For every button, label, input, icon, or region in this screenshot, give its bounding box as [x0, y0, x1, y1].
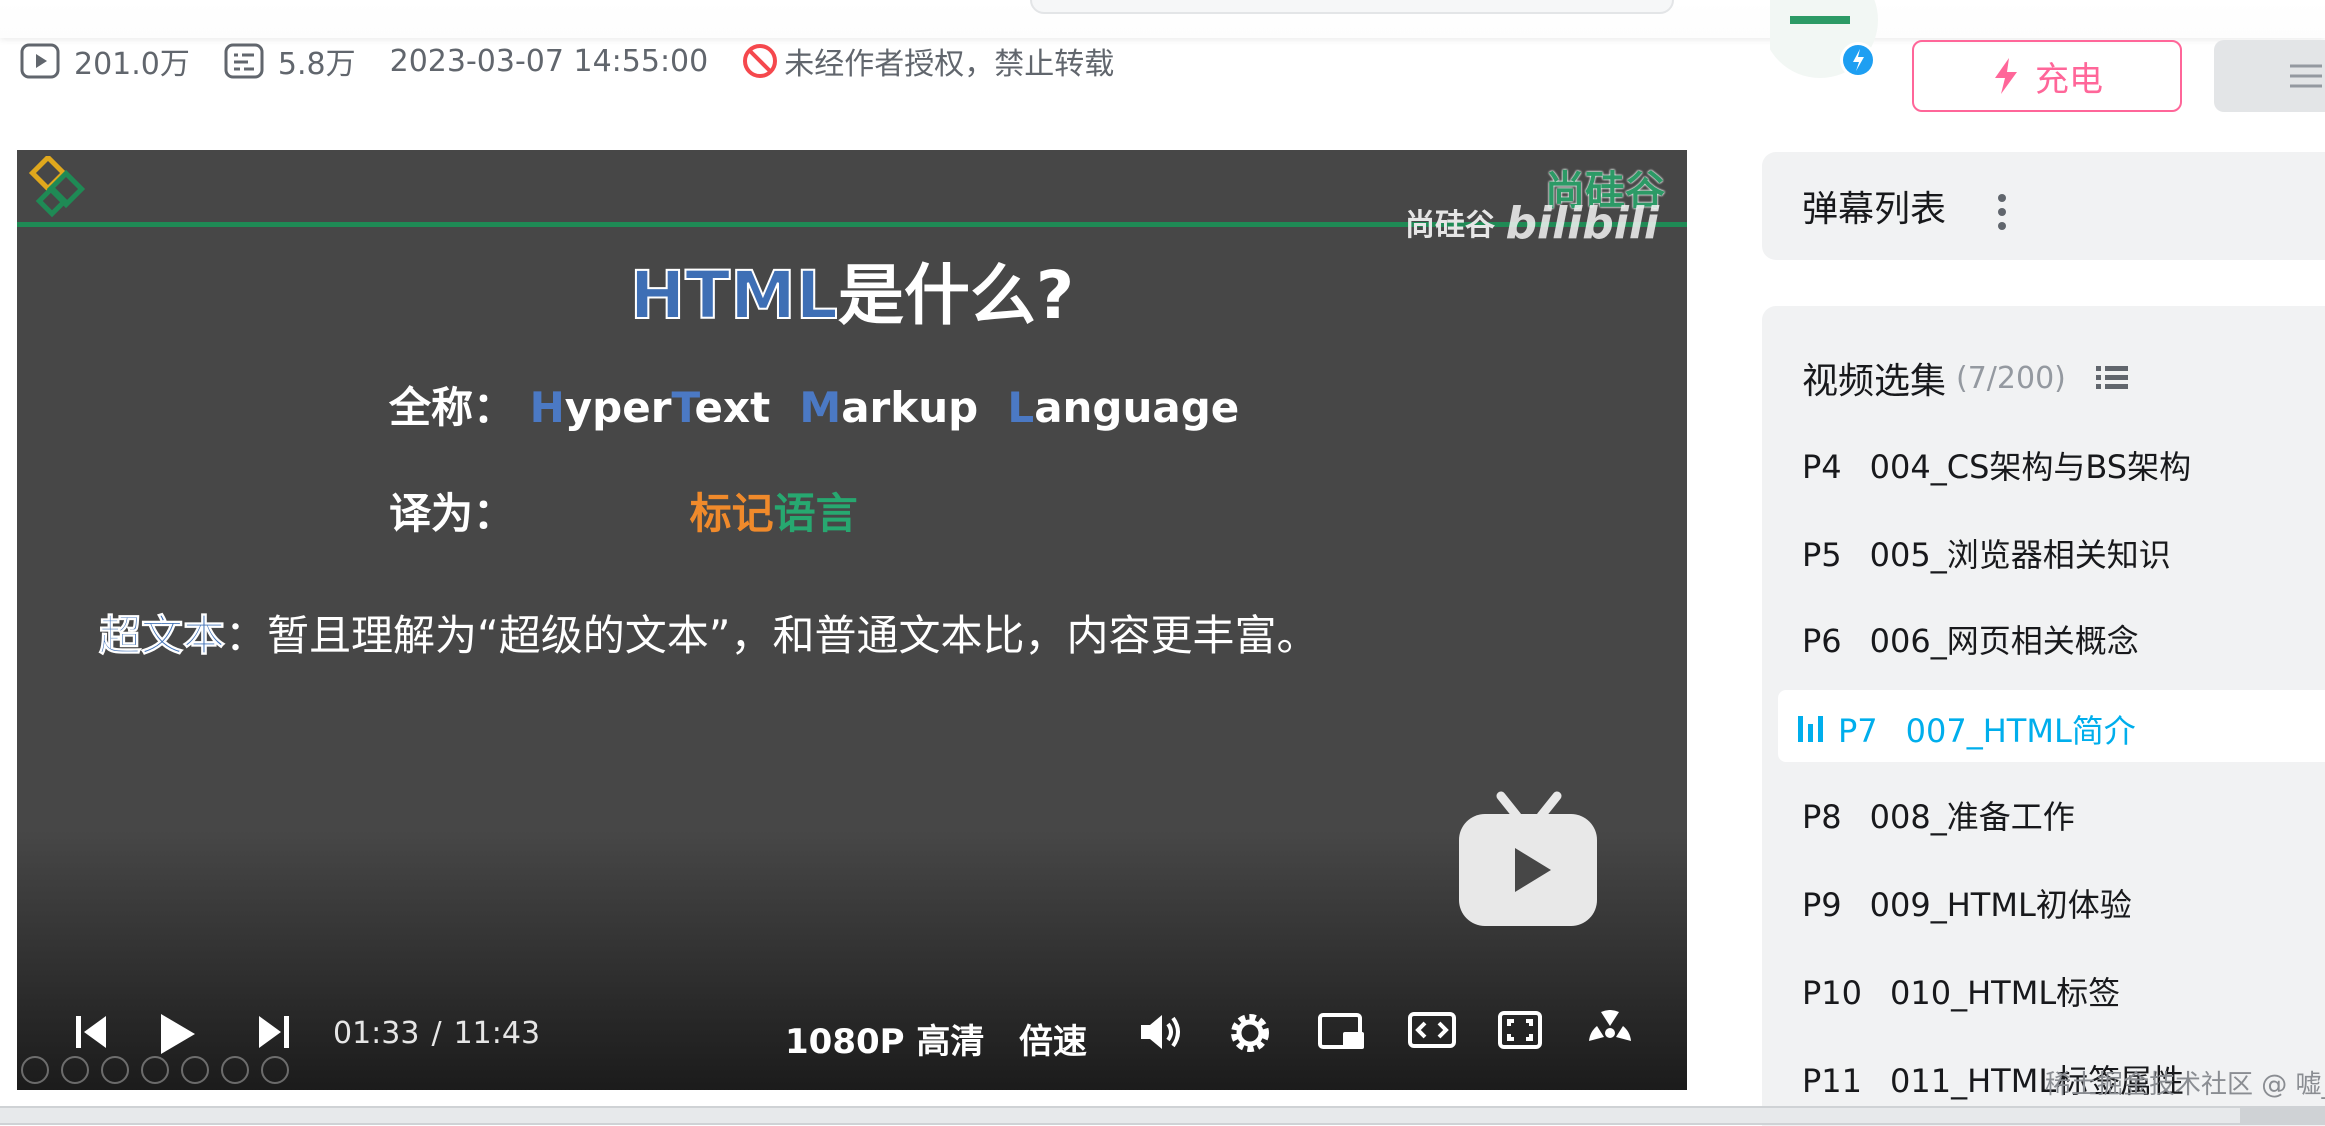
- time-display: 01:33 / 11:43: [333, 1016, 540, 1051]
- mini-tool-row: [21, 1056, 289, 1084]
- episode-item[interactable]: P6 006_网页相关概念: [1802, 616, 2139, 662]
- list-view-icon[interactable]: [2094, 363, 2130, 393]
- episode-title: 009_HTML初体验: [1869, 886, 2132, 924]
- episodes-header: 视频选集 (7/200): [1802, 352, 2130, 404]
- big-play-button-icon[interactable]: [1453, 790, 1603, 930]
- follow-button[interactable]: [2214, 40, 2325, 112]
- episode-title: 008_准备工作: [1869, 798, 2075, 836]
- slide-title-rest: 是什么?: [837, 257, 1075, 334]
- mini-tool-icon[interactable]: [261, 1056, 289, 1084]
- fullname-cap: H: [529, 383, 565, 432]
- video-player[interactable]: 尚硅谷 尚硅谷 bilibili HTML是什么? 全称： HyperText …: [17, 150, 1687, 1090]
- episode-title: 004_CS架构与BS架构: [1869, 448, 2192, 486]
- fullscreen-icon[interactable]: [1587, 1010, 1633, 1056]
- fullname-part: anguage: [1034, 383, 1240, 432]
- search-bar[interactable]: [1030, 0, 1674, 14]
- fullname-part: yper: [564, 383, 672, 432]
- episode-item[interactable]: P4 004_CS架构与BS架构: [1802, 442, 2191, 488]
- episode-title: 007_HTML简介: [1905, 712, 2136, 750]
- forbidden-icon: [743, 44, 778, 78]
- slide-translate: 译为： 标记语言: [389, 480, 858, 541]
- danmaku-list-panel[interactable]: 弹幕列表: [1762, 152, 2325, 260]
- episode-number: P10: [1802, 974, 1863, 1012]
- episode-title: 010_HTML标签: [1890, 974, 2121, 1012]
- fullname-part: arkup: [841, 383, 1008, 432]
- corner-logo-icon: [28, 156, 86, 218]
- play-icon[interactable]: [155, 1010, 199, 1058]
- episode-item[interactable]: P5 005_浏览器相关知识: [1802, 530, 2171, 576]
- episode-number: P8: [1802, 798, 1842, 836]
- translate-word-a: 标记: [689, 489, 774, 538]
- charge-label: 充电: [2035, 59, 2103, 100]
- volume-icon[interactable]: [1137, 1010, 1185, 1054]
- settings-gear-icon[interactable]: [1227, 1010, 1273, 1056]
- episode-item[interactable]: P10 010_HTML标签: [1802, 968, 2120, 1014]
- time-separator: /: [431, 1016, 442, 1051]
- player-controls: 01:33 / 11:43 1080P 高清 倍速: [17, 980, 1687, 1090]
- slide-fullname: 全称： HyperText Markup Language: [389, 374, 1239, 435]
- copyright-text: 未经作者授权，禁止转载: [784, 47, 1115, 82]
- copyright-notice: 未经作者授权，禁止转载: [742, 39, 1114, 83]
- charge-button[interactable]: 充电: [1912, 40, 2182, 112]
- views-count: 201.0万: [74, 47, 190, 82]
- next-icon[interactable]: [253, 1010, 293, 1054]
- publish-date: 2023-03-07 14:55:00: [389, 43, 709, 79]
- hypertext-term: 超文本: [98, 611, 226, 661]
- brand-watermark: 尚硅谷 尚硅谷 bilibili: [1405, 158, 1665, 249]
- episode-title: 006_网页相关概念: [1869, 622, 2139, 660]
- hypertext-desc: ：暂且理解为“超级的文本”，和普通文本比，内容更丰富。: [225, 611, 1319, 660]
- mini-tool-icon[interactable]: [61, 1056, 89, 1084]
- fullname-part: ext: [694, 383, 800, 432]
- views-stat: 201.0万: [20, 39, 190, 83]
- scrollbar-thumb[interactable]: [0, 1108, 2240, 1123]
- mini-window-icon[interactable]: [1317, 1010, 1367, 1054]
- uploader-avatar[interactable]: [1770, 0, 1880, 80]
- time-total: 11:43: [453, 1016, 541, 1051]
- episode-number: P11: [1802, 1062, 1863, 1100]
- now-playing-icon: [1798, 716, 1823, 742]
- episode-item[interactable]: P8 008_准备工作: [1802, 792, 2075, 838]
- episode-number: P6: [1802, 622, 1842, 660]
- time-current: 01:33: [333, 1016, 420, 1051]
- slide-title: HTML是什么?: [17, 242, 1687, 338]
- mini-tool-icon[interactable]: [21, 1056, 49, 1084]
- fullname-cap: M: [799, 383, 842, 432]
- episodes-count: (7/200): [1956, 360, 2066, 396]
- episode-number: P4: [1802, 448, 1842, 486]
- episodes-title: 视频选集: [1802, 361, 1947, 402]
- quality-button[interactable]: 1080P 高清: [785, 1014, 984, 1063]
- fullname-cap: L: [1007, 383, 1035, 432]
- speed-button[interactable]: 倍速: [1019, 1014, 1087, 1063]
- mini-tool-icon[interactable]: [221, 1056, 249, 1084]
- fullname-cap: T: [671, 383, 695, 432]
- brand-left-text: 尚硅谷: [1405, 208, 1495, 243]
- mini-tool-icon[interactable]: [101, 1056, 129, 1084]
- episode-item[interactable]: P9 009_HTML初体验: [1802, 880, 2132, 926]
- danmaku-icon: [224, 43, 264, 79]
- active-episode-label[interactable]: P7 007_HTML简介: [1838, 706, 2136, 752]
- mini-tool-icon[interactable]: [181, 1056, 209, 1084]
- danmaku-count: 5.8万: [277, 47, 356, 82]
- translate-label: 译为：: [389, 489, 516, 538]
- source-watermark: 稀土掘金技术社区 @ 嘘_嘘: [2045, 1070, 2325, 1100]
- episode-number: P5: [1802, 536, 1842, 574]
- slide-hypertext: 超文本：暂且理解为“超级的文本”，和普通文本比，内容更丰富。: [98, 602, 1319, 663]
- danmaku-list-title: 弹幕列表: [1802, 189, 1947, 230]
- episode-title: 005_浏览器相关知识: [1869, 536, 2171, 574]
- previous-icon[interactable]: [72, 1010, 112, 1054]
- lightning-icon: [1995, 58, 2017, 94]
- more-vertical-icon[interactable]: [1992, 192, 2012, 232]
- danmaku-stat: 5.8万: [224, 39, 356, 83]
- episode-number: P9: [1802, 886, 1842, 924]
- fullname-label: 全称：: [389, 383, 516, 432]
- episode-number: P7: [1838, 712, 1878, 750]
- web-fullscreen-icon[interactable]: [1497, 1010, 1543, 1050]
- widescreen-icon[interactable]: [1407, 1010, 1457, 1050]
- translate-word-b: 语言: [773, 489, 858, 538]
- slide-title-highlight: HTML: [629, 256, 839, 335]
- mini-tool-icon[interactable]: [141, 1056, 169, 1084]
- menu-icon: [2290, 64, 2322, 88]
- play-count-icon: [20, 43, 60, 79]
- video-meta-row: 201.0万 5.8万 2023-03-07 14:55:00 未经作者授权，禁…: [20, 38, 1148, 84]
